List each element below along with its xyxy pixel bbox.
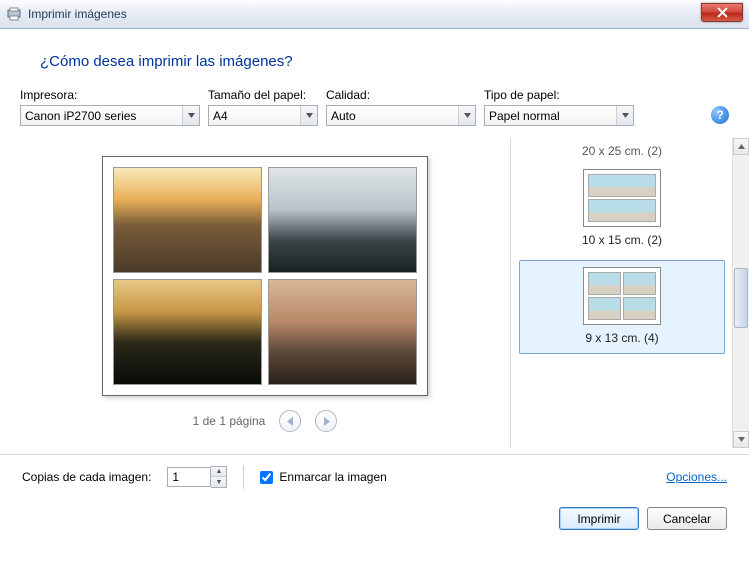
paper-type-label: Tipo de papel: xyxy=(484,88,634,102)
printer-select[interactable]: Canon iP2700 series xyxy=(20,105,200,126)
quality-value: Auto xyxy=(331,109,356,123)
copies-input[interactable] xyxy=(167,467,211,487)
layout-thumb xyxy=(583,169,661,227)
page-indicator: 1 de 1 página xyxy=(193,414,266,428)
help-icon[interactable]: ? xyxy=(711,106,729,124)
separator xyxy=(243,465,244,489)
window-title: Imprimir imágenes xyxy=(28,7,127,21)
arrow-up-icon xyxy=(738,144,745,149)
chevron-down-icon xyxy=(458,106,475,125)
app-icon xyxy=(6,6,22,22)
scrollbar-thumb[interactable] xyxy=(734,268,748,328)
bottom-controls: Copias de cada imagen: ▲ ▼ Enmarcar la i… xyxy=(0,455,749,499)
printer-value: Canon iP2700 series xyxy=(25,109,136,123)
quality-select[interactable]: Auto xyxy=(326,105,476,126)
settings-row: Impresora: Canon iP2700 series Tamaño de… xyxy=(0,88,749,138)
copies-label: Copias de cada imagen: xyxy=(22,470,151,484)
dialog-heading: ¿Cómo desea imprimir las imágenes? xyxy=(0,29,749,88)
page-navigation: 1 de 1 página xyxy=(193,410,338,432)
printer-label: Impresora: xyxy=(20,88,200,102)
layout-item-9x13[interactable]: 9 x 13 cm. (4) xyxy=(519,260,725,354)
copies-stepper: ▲ ▼ xyxy=(167,466,227,488)
frame-checkbox-wrap[interactable]: Enmarcar la imagen xyxy=(260,470,386,484)
copies-up-button[interactable]: ▲ xyxy=(211,467,226,477)
chevron-down-icon xyxy=(182,106,199,125)
arrow-down-icon xyxy=(738,437,745,442)
preview-image xyxy=(268,167,417,273)
cancel-button-label: Cancelar xyxy=(663,512,711,526)
preview-image xyxy=(268,279,417,385)
preview-page xyxy=(102,156,428,396)
close-button[interactable] xyxy=(701,3,743,22)
layout-item-label: 20 x 25 cm. (2) xyxy=(519,144,725,162)
action-row: Imprimir Cancelar xyxy=(0,499,749,544)
paper-size-label: Tamaño del papel: xyxy=(208,88,318,102)
print-button-label: Imprimir xyxy=(577,512,620,526)
arrow-left-icon xyxy=(287,417,294,426)
scroll-up-button[interactable] xyxy=(733,138,749,155)
copies-down-button[interactable]: ▼ xyxy=(211,477,226,487)
main-area: 1 de 1 página 20 x 25 cm. (2) 10 x 15 cm… xyxy=(0,138,749,448)
close-icon xyxy=(717,7,728,18)
paper-type-select[interactable]: Papel normal xyxy=(484,105,634,126)
quality-label: Calidad: xyxy=(326,88,476,102)
print-button[interactable]: Imprimir xyxy=(559,507,639,530)
chevron-down-icon xyxy=(616,106,633,125)
layouts-panel: 20 x 25 cm. (2) 10 x 15 cm. (2) 9 x 13 c… xyxy=(510,138,749,448)
prev-page-button[interactable] xyxy=(279,410,301,432)
preview-image xyxy=(113,279,262,385)
next-page-button[interactable] xyxy=(315,410,337,432)
paper-size-select[interactable]: A4 xyxy=(208,105,318,126)
scroll-down-button[interactable] xyxy=(733,431,749,448)
preview-image xyxy=(113,167,262,273)
options-link[interactable]: Opciones... xyxy=(666,470,727,484)
frame-checkbox[interactable] xyxy=(260,471,273,484)
scrollbar[interactable] xyxy=(732,138,749,448)
frame-label: Enmarcar la imagen xyxy=(279,470,386,484)
paper-size-value: A4 xyxy=(213,109,228,123)
paper-type-value: Papel normal xyxy=(489,109,560,123)
title-bar: Imprimir imágenes xyxy=(0,0,749,29)
layout-item-label: 9 x 13 cm. (4) xyxy=(520,331,724,345)
layout-item-10x15[interactable]: 10 x 15 cm. (2) xyxy=(519,162,725,256)
arrow-right-icon xyxy=(323,417,330,426)
preview-panel: 1 de 1 página xyxy=(20,138,510,448)
chevron-down-icon xyxy=(300,106,317,125)
cancel-button[interactable]: Cancelar xyxy=(647,507,727,530)
layout-thumb xyxy=(583,267,661,325)
layout-item-label: 10 x 15 cm. (2) xyxy=(520,233,724,247)
